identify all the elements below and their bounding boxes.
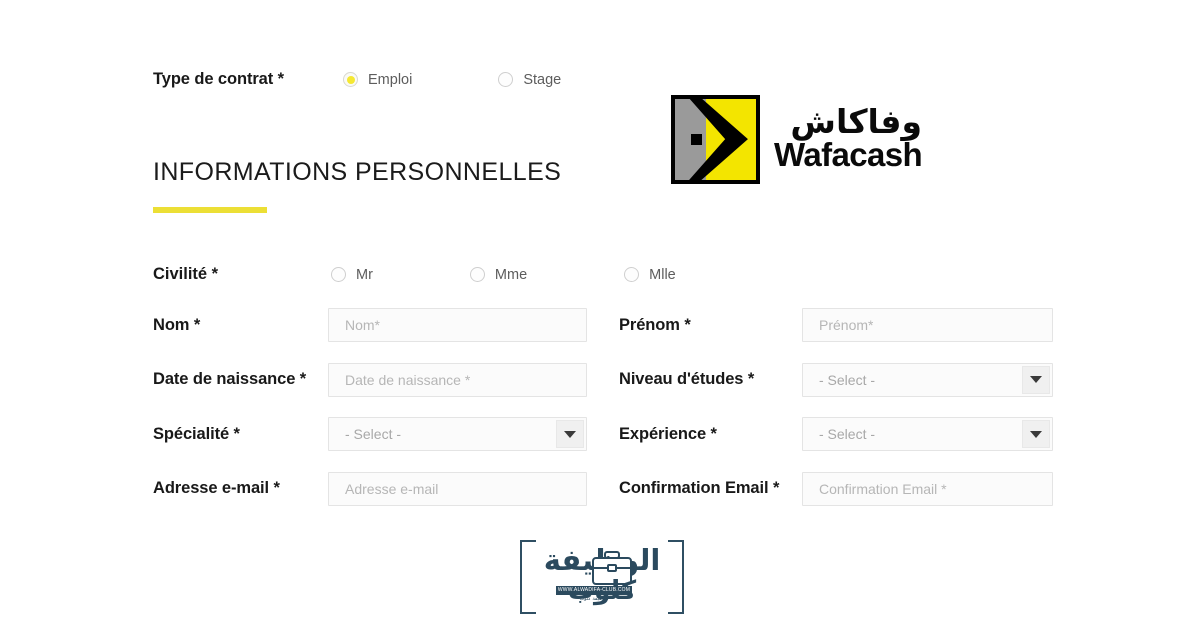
wafacash-logo: وفاكاش Wafacash [671, 92, 957, 186]
field-niveau-etudes: Niveau d'études * - Select - [619, 362, 1053, 398]
form-row-name: Nom * Nom* Prénom * Prénom* [153, 307, 1053, 362]
radio-mme[interactable] [469, 267, 485, 282]
nom-input[interactable]: Nom* [328, 308, 587, 342]
confirmation-email-placeholder: Confirmation Email * [819, 480, 947, 497]
radio-mlle-label: Mlle [649, 266, 676, 283]
logo-square-dot-icon [691, 134, 703, 146]
radio-mr[interactable] [331, 267, 346, 282]
radio-emploi-label: Emploi [368, 71, 413, 88]
niveau-etudes-value: - Select - [819, 371, 876, 388]
application-form-page: Type de contrat * Emploi Stage INFORMATI… [0, 0, 1200, 628]
field-date-naissance: Date de naissance * Date de naissance * [153, 362, 587, 398]
form-row-birth-education: Date de naissance * Date de naissance * … [153, 362, 1053, 417]
niveau-etudes-select[interactable]: - Select - [802, 362, 1053, 397]
watermark-subtitle: الوظيفة كلوب [579, 596, 609, 602]
radio-option-emploi[interactable]: Emploi [343, 72, 412, 88]
field-adresse-email: Adresse e-mail * Adresse e-mail [153, 471, 587, 507]
specialite-select[interactable]: - Select - [328, 417, 587, 451]
field-experience-label: Expérience * [619, 424, 717, 443]
section-underline [153, 207, 267, 213]
site-watermark: الوظيفة كلوب WWW.ALWADIFA-CLUB.COM الوظي… [516, 534, 688, 616]
wafacash-latin-name: Wafacash [774, 136, 923, 173]
wafacash-wordmark: وفاكاش Wafacash [774, 102, 923, 173]
form-row-email: Adresse e-mail * Adresse e-mail Confirma… [153, 471, 1053, 526]
contract-type-label: Type de contrat * [153, 70, 284, 88]
radio-emploi[interactable] [343, 72, 358, 87]
wafacash-logo-mark-icon [671, 94, 760, 184]
civilite-label: Civilité * [153, 265, 219, 283]
radio-mr-label: Mr [356, 266, 373, 283]
radio-stage[interactable] [498, 72, 514, 87]
field-nom-label: Nom * [153, 315, 201, 334]
civilite-row: Civilité * Mr Mme Mlle [153, 265, 676, 284]
field-adresse-email-label: Adresse e-mail * [153, 479, 280, 497]
specialite-value: - Select - [345, 426, 402, 442]
field-prenom-label: Prénom * [619, 315, 691, 334]
radio-mlle[interactable] [624, 267, 640, 282]
field-specialite-label: Spécialité * [153, 424, 240, 443]
date-naissance-placeholder: Date de naissance * [345, 371, 471, 388]
watermark-bracket-right-icon [668, 540, 684, 614]
personal-info-form: Nom * Nom* Prénom * Prénom* Date de nais… [153, 307, 1053, 525]
experience-select[interactable]: - Select - [802, 417, 1053, 451]
radio-stage-label: Stage [523, 71, 562, 88]
chevron-down-icon[interactable] [1022, 420, 1050, 448]
nom-placeholder: Nom* [345, 317, 381, 333]
confirmation-email-input[interactable]: Confirmation Email * [802, 471, 1053, 506]
radio-option-mme[interactable]: Mme [469, 266, 528, 283]
prenom-placeholder: Prénom* [819, 317, 874, 333]
chevron-down-icon[interactable] [1022, 365, 1050, 394]
section-heading: INFORMATIONS PERSONNELLES [153, 160, 561, 213]
field-confirmation-email: Confirmation Email * Confirmation Email … [619, 471, 1053, 507]
radio-option-stage[interactable]: Stage [498, 72, 561, 88]
field-experience: Expérience * - Select - [619, 416, 1053, 452]
wafacash-arabic-name: وفاكاش [790, 102, 923, 142]
radio-option-mlle[interactable]: Mlle [624, 267, 676, 283]
field-specialite: Spécialité * - Select - [153, 416, 587, 452]
adresse-email-input[interactable]: Adresse e-mail [328, 471, 587, 506]
experience-value: - Select - [819, 426, 876, 442]
field-confirmation-email-label: Confirmation Email * [619, 479, 780, 497]
field-niveau-etudes-label: Niveau d'études * [619, 370, 755, 388]
field-date-naissance-label: Date de naissance * [153, 370, 307, 388]
contract-type-row: Type de contrat * Emploi Stage [153, 70, 561, 89]
prenom-input[interactable]: Prénom* [802, 308, 1053, 342]
date-naissance-input[interactable]: Date de naissance * [328, 362, 587, 397]
field-nom: Nom * Nom* [153, 307, 587, 343]
radio-option-mr[interactable]: Mr [331, 267, 373, 283]
section-title: INFORMATIONS PERSONNELLES [153, 158, 562, 186]
adresse-email-placeholder: Adresse e-mail [345, 480, 439, 497]
field-prenom: Prénom * Prénom* [619, 307, 1053, 343]
radio-mme-label: Mme [494, 266, 528, 283]
watermark-url: WWW.ALWADIFA-CLUB.COM [556, 586, 632, 595]
form-row-specialty-experience: Spécialité * - Select - Expérience * - S… [153, 416, 1053, 471]
chevron-down-icon[interactable] [556, 420, 584, 448]
